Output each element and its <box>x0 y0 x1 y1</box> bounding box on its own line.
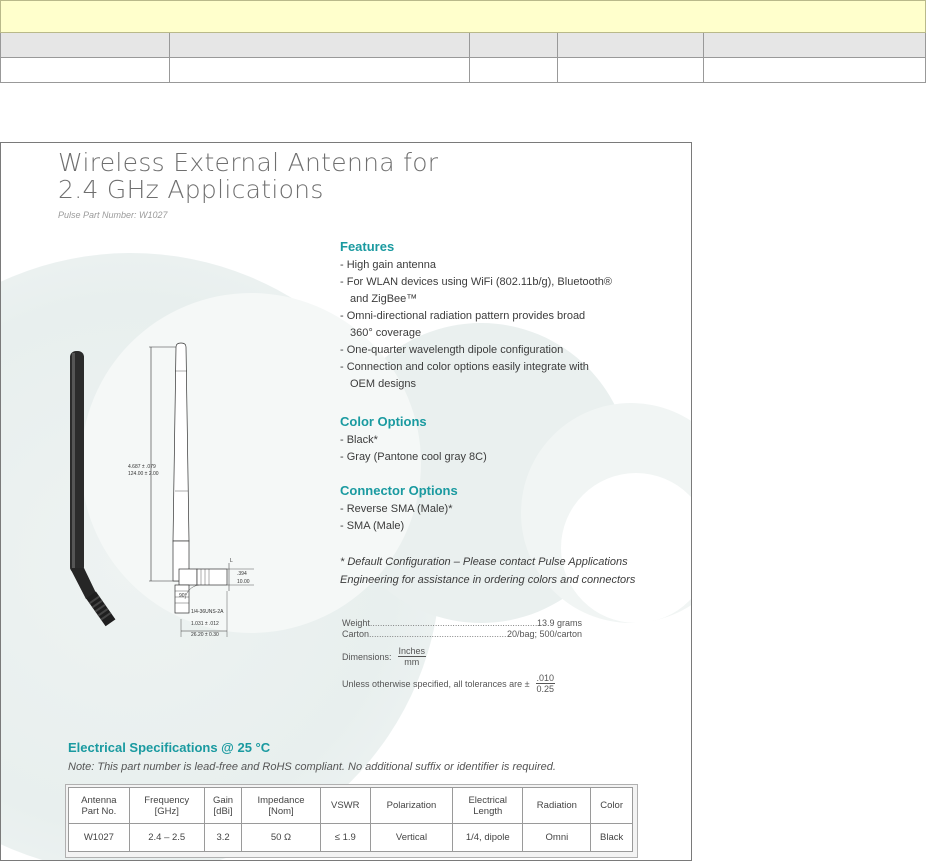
table-cell: 50 Ω <box>241 823 321 852</box>
dimensions-fraction: Inches mm <box>397 646 427 667</box>
length-mm: 124.00 ± 2.00 <box>128 471 159 477</box>
tolerance-denominator: 0.25 <box>536 684 555 694</box>
weight-row: Weight .................................… <box>342 618 582 629</box>
connector-options-section: Connector Options - Reverse SMA (Male)* … <box>340 483 680 535</box>
weight-label: Weight <box>342 618 370 628</box>
table-header-cell: VSWR <box>319 787 371 824</box>
antenna-drawing: 4.687 ± .079 124.00 ± 2.00 .394 10.00 L … <box>128 342 254 638</box>
thread-label: 1/4-36UNS-2A <box>191 609 224 615</box>
datasheet-title: Wireless External Antenna for 2.4 GHz Ap… <box>58 149 438 203</box>
table-cell <box>704 58 925 82</box>
table-header-cell <box>1 33 170 57</box>
note-line-2: Engineering for assistance in ordering c… <box>340 574 636 586</box>
leader-dots: ........................................… <box>369 618 537 628</box>
length-inches: 4.687 ± .079 <box>128 464 156 470</box>
list-item: and ZigBee™ <box>350 293 418 305</box>
table-header-cell <box>470 33 558 57</box>
dimensions-denominator: mm <box>404 657 420 667</box>
carton-label: Carton <box>342 629 370 639</box>
tolerance-fraction: .010 0.25 <box>535 673 556 694</box>
default-config-note: * Default Configuration – Please contact… <box>340 553 685 589</box>
list-item: - For WLAN devices using WiFi (802.11b/g… <box>340 276 613 288</box>
list-item: 360° coverage <box>350 327 422 339</box>
connector-options-heading: Connector Options <box>340 483 458 498</box>
dimensions-numerator: Inches <box>397 646 427 657</box>
table-row <box>0 58 926 83</box>
connector-options-list: - Reverse SMA (Male)* - SMA (Male) <box>340 501 680 535</box>
list-item: - Black* <box>340 434 378 446</box>
electrical-specs-title: Electrical Specifications @ 25 °C <box>68 740 271 755</box>
table-header-cell: Radiation <box>522 787 592 824</box>
base-inches: 1.031 ± .012 <box>191 621 219 627</box>
list-item: - Reverse SMA (Male)* <box>340 503 453 515</box>
features-heading: Features <box>340 239 395 254</box>
table-cell: Omni <box>522 823 592 852</box>
list-item: - Gray (Pantone cool gray 8C) <box>340 451 487 463</box>
table-header-cell: Electrical Length <box>452 787 524 824</box>
table-cell: ≤ 1.9 <box>319 823 371 852</box>
dimensions-line: Dimensions: Inches mm <box>342 646 582 667</box>
table-cell: W1027 <box>68 823 130 852</box>
list-item: - Connection and color options easily in… <box>340 361 589 373</box>
base-mm: 26.20 ± 0.30 <box>191 632 219 638</box>
angle-label: 90° <box>179 593 187 599</box>
weight-value: 13.9 grams <box>536 618 582 628</box>
table-header-cell: Antenna Part No. <box>68 787 130 824</box>
color-options-heading: Color Options <box>340 414 427 429</box>
carton-value: 20/bag; 500/carton <box>506 629 582 639</box>
label-l: L <box>230 558 233 564</box>
table-cell: 2.4 – 2.5 <box>128 823 205 852</box>
tolerance-label: Unless otherwise specified, all toleranc… <box>342 678 530 689</box>
table-header-cell: Impedance [Nom] <box>241 787 321 824</box>
list-item: OEM designs <box>350 378 417 390</box>
width-inches: .394 <box>237 571 247 577</box>
table-cell <box>470 58 558 82</box>
list-item: - Omni-directional radiation pattern pro… <box>340 310 586 322</box>
features-section: Features - High gain antenna - For WLAN … <box>340 239 680 393</box>
leader-dots: ........................................… <box>369 629 507 639</box>
tolerance-line: Unless otherwise specified, all toleranc… <box>342 673 582 694</box>
table-header-row: Antenna Part No. Frequency [GHz] Gain [dBi]… <box>68 787 633 824</box>
dimensions-label: Dimensions: <box>342 651 392 662</box>
table-header-cell: Frequency [GHz] <box>128 787 205 824</box>
electrical-spec-table: Antenna Part No. Frequency [GHz] Gain [dBi]… <box>68 787 633 852</box>
physical-specs: Weight .................................… <box>342 618 582 694</box>
datasheet-image: Wireless External Antenna for 2.4 GHz Ap… <box>0 142 692 861</box>
table-header-cell: Color <box>590 787 633 824</box>
table-cell <box>170 58 470 82</box>
table-header-cell: Gain [dBi] <box>203 787 243 824</box>
table-header-cell <box>704 33 925 57</box>
color-options-section: Color Options - Black* - Gray (Pantone c… <box>340 414 680 466</box>
width-mm: 10.00 <box>237 579 250 585</box>
list-item: - SMA (Male) <box>340 520 405 532</box>
title-line-2: 2.4 GHz Applications <box>58 175 324 204</box>
table-cell: 1/4, dipole <box>452 823 524 852</box>
list-item: - High gain antenna <box>340 259 437 271</box>
table-header-cell <box>170 33 470 57</box>
color-options-list: - Black* - Gray (Pantone cool gray 8C) <box>340 432 680 466</box>
carton-row: Carton .................................… <box>342 629 582 640</box>
table-cell: Vertical <box>369 823 454 852</box>
table-header-cell: Polarization <box>369 787 454 824</box>
tolerance-numerator: .010 <box>535 673 556 684</box>
title-line-1: Wireless External Antenna for <box>58 148 439 177</box>
features-list: - High gain antenna - For WLAN devices u… <box>340 257 680 393</box>
table-cell: 3.2 <box>203 823 243 852</box>
table-cell <box>1 58 170 82</box>
top-banner <box>0 0 926 33</box>
table-header-row <box>0 33 926 58</box>
table-cell <box>558 58 704 82</box>
table-cell: Black <box>590 823 633 852</box>
electrical-specs-note: Note: This part number is lead-free and … <box>68 761 556 773</box>
table-row: W1027 2.4 – 2.5 3.2 50 Ω ≤ 1.9 Vertical … <box>68 823 633 852</box>
note-line-1: * Default Configuration – Please contact… <box>340 556 628 568</box>
part-number-label: Pulse Part Number: W1027 <box>58 210 168 220</box>
table-header-cell <box>558 33 704 57</box>
list-item: - One-quarter wavelength dipole configur… <box>340 344 564 356</box>
